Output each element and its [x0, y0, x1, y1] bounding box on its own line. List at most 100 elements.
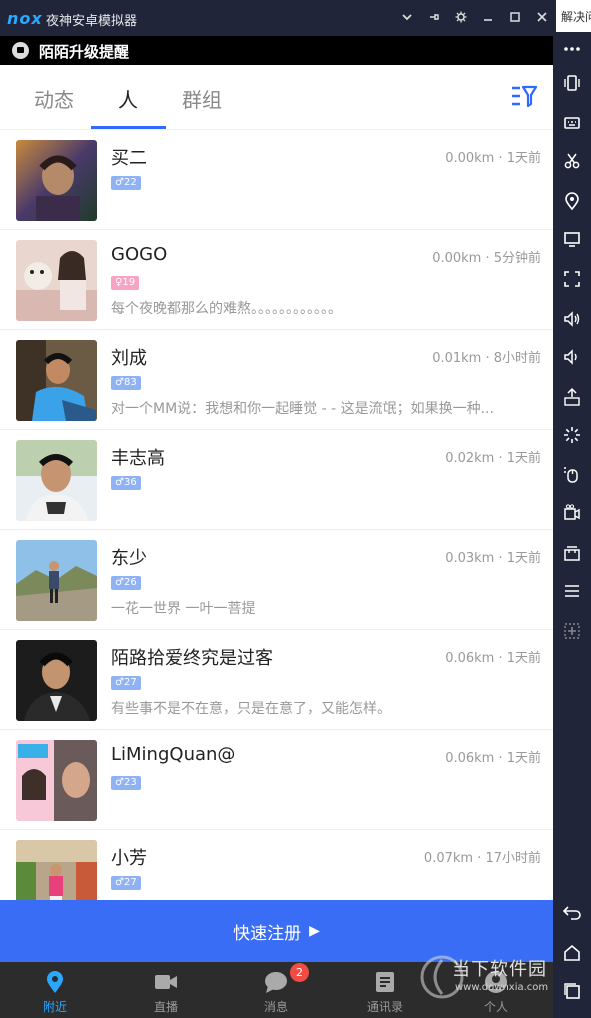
- list-item[interactable]: 刘成 0.01km · 8小时前 ♂83 对一个MM说：我想和你一起睡觉 - -…: [0, 330, 553, 430]
- avatar[interactable]: [16, 540, 97, 621]
- distance-time: 0.02km · 1天前: [445, 451, 541, 466]
- chat-bubble-icon: [264, 970, 288, 994]
- contacts-icon: [373, 970, 397, 994]
- avatar[interactable]: [16, 240, 97, 321]
- signature: 每个夜晚都那么的难熬。。。。。。。。。。。。: [111, 301, 342, 317]
- gender-age-badge: ♂22: [111, 176, 141, 190]
- filter-icon[interactable]: [510, 84, 538, 108]
- male-icon: ♂: [115, 377, 124, 388]
- nox-logo: nox: [7, 9, 43, 28]
- list-item[interactable]: LiMingQuan@ 0.06km · 1天前 ♂23: [0, 730, 553, 830]
- nav-contacts[interactable]: 通讯录: [350, 962, 420, 1018]
- list-item[interactable]: 买二 0.00km · 1天前 ♂22: [0, 130, 553, 230]
- age: 22: [123, 177, 137, 188]
- male-icon: ♂: [115, 577, 124, 588]
- list-item[interactable]: 丰志高 0.02km · 1天前 ♂36: [0, 430, 553, 530]
- minimize-icon[interactable]: [479, 7, 496, 27]
- nav-label: 直播: [153, 1000, 178, 1014]
- location-icon[interactable]: [561, 190, 583, 212]
- tab-moments[interactable]: 动态: [34, 84, 74, 113]
- age: 36: [123, 477, 137, 488]
- mouse-lock-icon[interactable]: [561, 464, 583, 486]
- user-name: 刘成: [111, 348, 147, 369]
- fullscreen-icon[interactable]: [561, 268, 583, 290]
- shake-icon[interactable]: [561, 72, 583, 94]
- age: 23: [123, 777, 137, 788]
- nearby-people-list: 买二 0.00km · 1天前 ♂22 GOGO 0.00km · 5分钟前 ♀…: [0, 130, 553, 930]
- distance-time: 0.07km · 17小时前: [423, 851, 541, 866]
- video-record-icon[interactable]: [561, 502, 583, 524]
- emulator-titlebar: nox 夜神安卓模拟器: [0, 0, 556, 36]
- dropdown-menu-icon[interactable]: [398, 7, 415, 27]
- recent-apps-icon[interactable]: [561, 980, 583, 1002]
- male-icon: ♂: [115, 477, 124, 488]
- close-icon[interactable]: [533, 7, 550, 27]
- gender-age-badge: ♀19: [111, 276, 140, 290]
- signature: 有些事不是不在意，只是在意了，又能怎样。: [111, 701, 391, 717]
- avatar[interactable]: [16, 340, 97, 421]
- loading-icon[interactable]: [561, 424, 583, 446]
- settings-gear-icon[interactable]: [452, 7, 469, 27]
- nav-label: 通讯录: [366, 1000, 403, 1014]
- nav-label: 附近: [42, 1000, 67, 1014]
- home-icon[interactable]: [561, 942, 583, 964]
- distance-time: 0.06km · 1天前: [445, 751, 541, 766]
- active-tab-indicator: [91, 126, 166, 129]
- age: 27: [123, 677, 137, 688]
- gender-age-badge: ♂27: [111, 876, 141, 890]
- play-icon: ▶: [309, 923, 320, 939]
- avatar[interactable]: [16, 640, 97, 721]
- more-options-icon[interactable]: [561, 38, 583, 60]
- location-pin-icon: [43, 970, 67, 994]
- menu-icon[interactable]: [561, 580, 583, 602]
- gender-age-badge: ♂26: [111, 576, 141, 590]
- add-icon[interactable]: [561, 620, 583, 642]
- male-icon: ♂: [115, 177, 124, 188]
- back-icon[interactable]: [561, 902, 583, 924]
- age: 19: [122, 277, 136, 288]
- pin-icon[interactable]: [425, 7, 442, 27]
- tab-groups[interactable]: 群组: [182, 84, 222, 113]
- avatar[interactable]: [16, 440, 97, 521]
- distance-time: 0.01km · 8小时前: [432, 351, 541, 366]
- maximize-icon[interactable]: [506, 7, 523, 27]
- male-icon: ♂: [115, 677, 124, 688]
- volume-up-icon[interactable]: [561, 308, 583, 330]
- user-name: 小芳: [111, 848, 147, 869]
- avatar[interactable]: [16, 140, 97, 221]
- scissors-icon[interactable]: [561, 150, 583, 172]
- list-item[interactable]: GOGO 0.00km · 5分钟前 ♀19 每个夜晚都那么的难熬。。。。。。。…: [0, 230, 553, 330]
- user-name: 丰志高: [111, 448, 165, 469]
- age: 27: [123, 877, 137, 888]
- gender-age-badge: ♂23: [111, 776, 141, 790]
- watermark-url: www.downxia.com: [455, 982, 549, 993]
- multi-instance-icon[interactable]: [561, 542, 583, 564]
- upgrade-notification[interactable]: 陌陌升级提醒: [0, 36, 553, 65]
- male-icon: ♂: [115, 777, 124, 788]
- nav-live[interactable]: 直播: [131, 962, 201, 1018]
- volume-down-icon[interactable]: [561, 346, 583, 368]
- momo-app-icon: [12, 42, 29, 59]
- unread-count-badge: 2: [290, 963, 309, 982]
- male-icon: ♂: [115, 877, 124, 888]
- list-item[interactable]: 陌路拾爱终究是过客 0.06km · 1天前 ♂27 有些事不是不在意，只是在意…: [0, 630, 553, 730]
- age: 26: [123, 577, 137, 588]
- register-label: 快速注册: [233, 923, 302, 944]
- avatar[interactable]: [16, 740, 97, 821]
- keyboard-icon[interactable]: [561, 112, 583, 134]
- screen-icon[interactable]: [561, 228, 583, 250]
- user-name: 买二: [111, 148, 147, 169]
- list-item[interactable]: 东少 0.03km · 1天前 ♂26 一花一世界 一叶一菩提: [0, 530, 553, 630]
- notification-text: 陌陌升级提醒: [39, 43, 130, 61]
- video-camera-icon: [154, 970, 178, 994]
- window-controls: [398, 7, 550, 27]
- nav-nearby[interactable]: 附近: [20, 962, 90, 1018]
- apk-install-icon[interactable]: [561, 386, 583, 408]
- gender-age-badge: ♂36: [111, 476, 141, 490]
- distance-time: 0.00km · 1天前: [445, 151, 541, 166]
- side-panel-peek[interactable]: 解决问: [556, 0, 591, 32]
- gender-age-badge: ♂27: [111, 676, 141, 690]
- phone-screen: 陌陌升级提醒 动态 人 群组 买二 0.00km · 1天前 ♂22 GOGO …: [0, 36, 553, 1018]
- tab-people[interactable]: 人: [118, 84, 138, 113]
- age: 83: [123, 377, 137, 388]
